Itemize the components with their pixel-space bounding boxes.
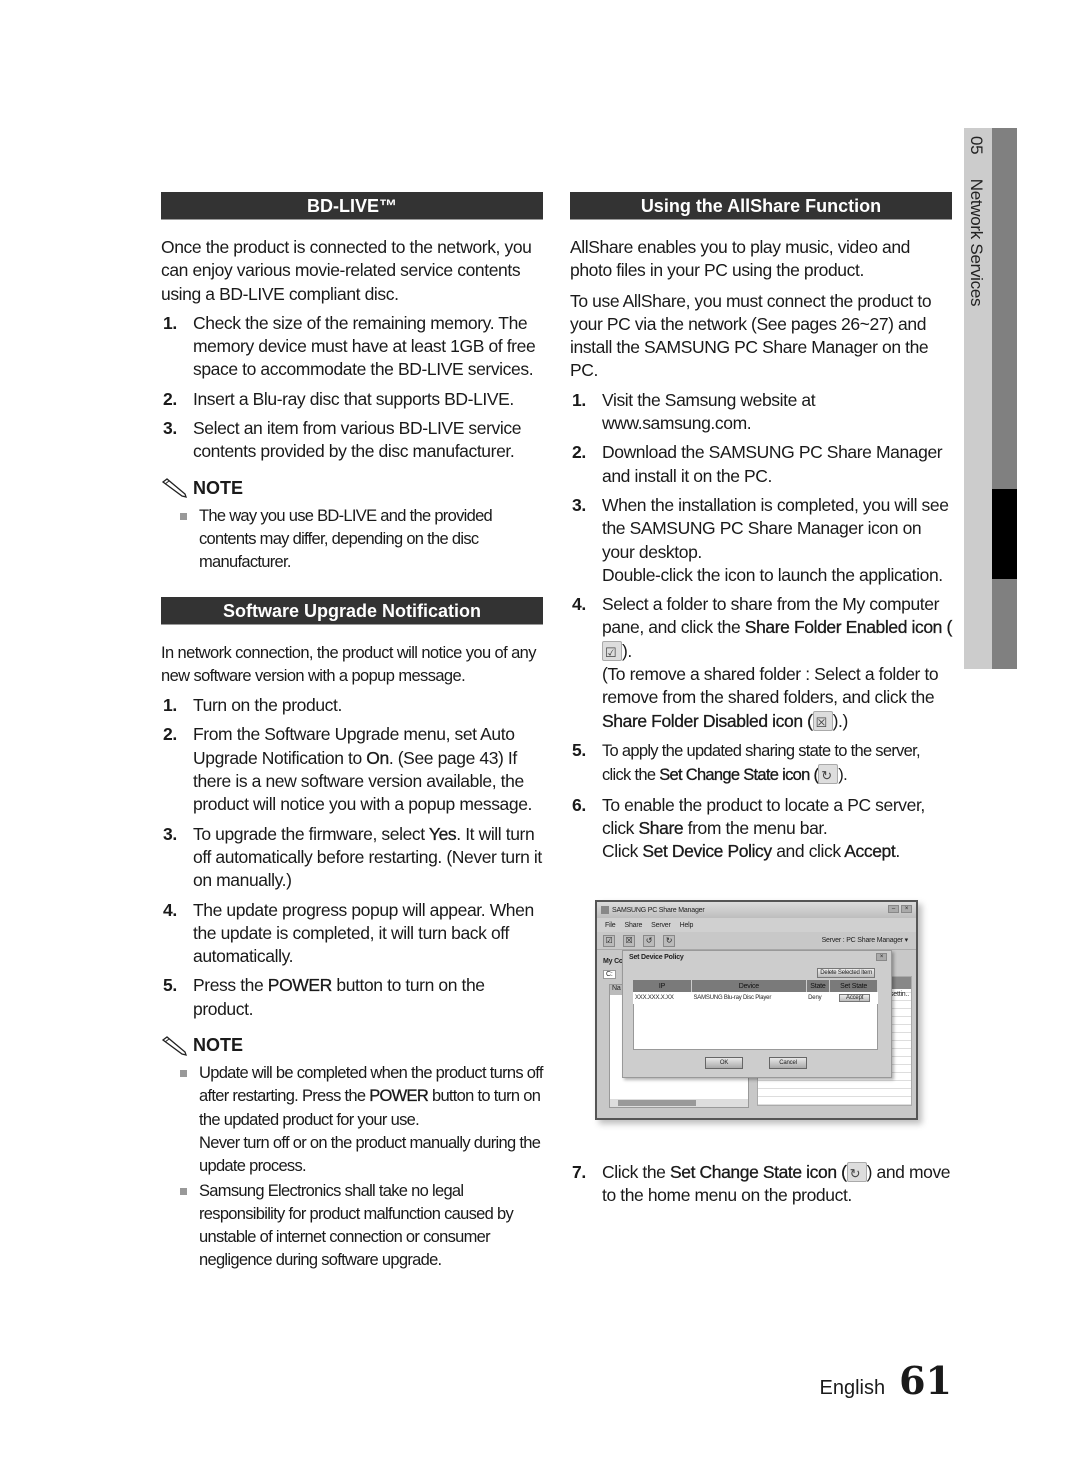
step: 2. Insert a Blu-ray disc that supports BD…: [163, 388, 514, 409]
note-heading: NOTE: [161, 478, 543, 499]
step: 6. To enable the product to locate a PC s…: [572, 794, 925, 862]
accept-button[interactable]: Accept: [839, 994, 871, 1002]
note-heading: NOTE: [161, 1035, 543, 1056]
device-ip: XXX.XXX.X.XX: [635, 995, 674, 1001]
share-folder-enabled-icon[interactable]: ☑: [603, 934, 615, 947]
step: 2. From the Software Upgrade menu, set Au…: [163, 724, 533, 815]
pencil-icon: [161, 1035, 187, 1056]
set-device-policy-dialog: Set Device Policy × Delete Selected Item…: [622, 950, 892, 1078]
delete-selected-item-button[interactable]: Delete Selected Item: [817, 968, 875, 978]
pencil-icon: [161, 478, 187, 499]
drive-field[interactable]: C:: [603, 970, 616, 979]
chapter-label: 05 Network Services: [966, 136, 986, 306]
pc-share-manager-screenshot: SAMSUNG PC Share Manager – × File Share …: [595, 900, 918, 1120]
horizontal-scrollbar[interactable]: [610, 1099, 748, 1107]
step: 5. Press the POWER button to turn on the …: [163, 975, 485, 1019]
chapter-tab: 05 Network Services: [964, 128, 1017, 669]
step: 3. Select an item from various BD-LIVE se…: [163, 418, 522, 462]
section-header-bdlive: BD-LIVE™: [161, 192, 543, 220]
bdlive-notes: The way you use BD-LIVE and the provided…: [161, 505, 543, 575]
share-folder-disabled-icon[interactable]: ☒: [623, 934, 635, 947]
page-number: 61: [899, 1358, 952, 1403]
step: 1. Check the size of the remaining memory…: [163, 312, 536, 380]
step: 5. To apply the updated sharing state to …: [570, 739, 952, 788]
close-icon[interactable]: ×: [901, 905, 912, 913]
device-table: IP Device State Set State XXX.XXX.X.XX S…: [633, 980, 878, 1004]
minimize-icon[interactable]: –: [888, 905, 899, 913]
menu-server[interactable]: Server: [651, 922, 671, 929]
allshare-intro-1: AllShare enables you to play music, vide…: [570, 237, 910, 281]
app-icon: [601, 906, 609, 914]
upgrade-intro: In network connection, the product will …: [161, 643, 536, 685]
allshare-intro-2: To use AllShare, you must connect the pr…: [570, 290, 932, 381]
server-selector[interactable]: Server : PC Share Manager ▾: [822, 936, 909, 944]
chapter-title: Network Services: [967, 178, 986, 307]
refresh-icon[interactable]: ↺: [643, 934, 655, 947]
allshare-steps-cont: 7.Click the Set Change State icon () and…: [570, 1161, 952, 1214]
step: 4. Select a folder to share from the My c…: [570, 593, 952, 734]
window-titlebar: SAMSUNG PC Share Manager: [597, 902, 916, 918]
set-change-state-icon: [846, 1162, 867, 1185]
step: 7.Click the Set Change State icon () and…: [570, 1161, 952, 1208]
close-icon[interactable]: ×: [876, 953, 887, 961]
menu-help[interactable]: Help: [680, 922, 694, 929]
section-header-upgrade: Software Upgrade Notification: [161, 596, 543, 625]
column-header: State: [806, 980, 831, 992]
column-header: IP: [633, 980, 692, 992]
step: 3. To upgrade the firmware, select Yes. I…: [163, 823, 542, 891]
step: 1. Visit the Samsung website at www.samsu…: [572, 389, 816, 434]
note-item: The way you use BD-LIVE and the provided…: [161, 505, 543, 575]
step: 3. When the installation is completed, yo…: [572, 494, 949, 585]
menu-share[interactable]: Share: [624, 922, 642, 929]
share-folder-disabled-icon: [812, 710, 833, 734]
toolbar: ☑ ☒ ↺ ↻ Server : PC Share Manager ▾: [597, 932, 916, 950]
bdlive-steps: 1. Check the size of the remaining memory…: [161, 312, 543, 464]
column-header: Device: [691, 980, 807, 992]
dialog-title: Set Device Policy: [629, 954, 684, 961]
chapter-number: 05: [967, 136, 986, 155]
upgrade-steps: 1. Turn on the product. 2. From the Softwa…: [161, 694, 543, 1021]
cancel-button[interactable]: Cancel: [769, 1057, 807, 1069]
device-state: Deny: [808, 995, 822, 1001]
device-name: SAMSUNG Blu-ray Disc Player: [693, 995, 772, 1001]
section-header-allshare: Using the AllShare Function: [570, 192, 952, 220]
chapter-marker: [992, 489, 1017, 579]
step: 4. The update progress popup will appear.…: [163, 899, 534, 967]
ok-button[interactable]: OK: [705, 1057, 743, 1069]
step: 1. Turn on the product.: [163, 695, 342, 716]
column-header: Set State: [829, 980, 878, 992]
right-column: Using the AllShare Function AllShare ena…: [570, 192, 952, 1205]
setting-column: settin..: [889, 991, 909, 998]
step: 2. Download the SAMSUNG PC Share Manager …: [572, 442, 943, 486]
menu-file[interactable]: File: [605, 922, 616, 929]
allshare-steps: 1. Visit the Samsung website at www.samsu…: [570, 389, 952, 864]
language-label: English: [819, 1377, 886, 1399]
left-column: BD-LIVE™ Once the product is connected t…: [161, 192, 543, 1274]
set-change-state-icon[interactable]: ↻: [663, 934, 675, 947]
note-item: Update will be completed when the produc…: [161, 1062, 543, 1178]
page-footer: English 61: [820, 1358, 953, 1403]
note-item: Samsung Electronics shall take no legal …: [161, 1180, 543, 1273]
share-folder-enabled-icon: [602, 640, 622, 664]
table-row[interactable]: XXX.XXX.X.XX SAMSUNG Blu-ray Disc Player…: [633, 992, 878, 1004]
menu-bar: File Share Server Help: [597, 918, 916, 932]
upgrade-notes: Update will be completed when the produc…: [161, 1062, 543, 1273]
my-computer-label: My Co: [603, 958, 624, 965]
set-change-state-icon: [818, 764, 839, 788]
bdlive-intro: Once the product is connected to the net…: [161, 237, 532, 304]
